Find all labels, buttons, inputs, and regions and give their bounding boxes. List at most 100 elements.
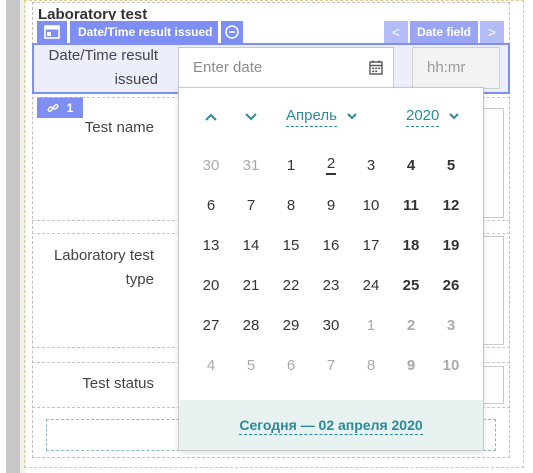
date-placeholder: Enter date — [193, 59, 263, 76]
day-number: 10 — [442, 356, 460, 374]
prev-field-button[interactable]: < — [384, 21, 408, 43]
calendar-day[interactable]: 6 — [191, 185, 231, 225]
calendar-day[interactable]: 12 — [431, 185, 471, 225]
time-input[interactable]: hh:mr — [412, 47, 500, 89]
calendar-day[interactable]: 16 — [311, 225, 351, 265]
chevron-down-icon[interactable] — [241, 108, 261, 126]
calendar-day[interactable]: 29 — [271, 305, 311, 345]
day-number: 25 — [402, 276, 420, 294]
calendar-day[interactable]: 9 — [311, 185, 351, 225]
calendar-day[interactable]: 8 — [351, 345, 391, 385]
day-number: 15 — [282, 236, 300, 254]
day-number: 13 — [202, 236, 220, 254]
calendar-day[interactable]: 20 — [191, 265, 231, 305]
day-number: 29 — [282, 316, 300, 334]
vertical-scrollbar[interactable] — [6, 0, 20, 473]
calendar-day[interactable]: 30 — [311, 305, 351, 345]
day-number: 7 — [326, 356, 336, 374]
day-number: 17 — [362, 236, 380, 254]
calendar-icon[interactable] — [369, 60, 383, 75]
calendar-grid: 30 31 1 2 3 4 5 6 7 8 9 10 11 12 13 14 15 16 17 18 19 20 21 22 2… — [191, 145, 471, 385]
calendar-day[interactable]: 25 — [391, 265, 431, 305]
date-picker: Апрель 2020 30 31 1 2 3 4 5 6 7 8 9 10 11 12 13 14 15 16 1… — [178, 87, 484, 451]
day-number: 8 — [286, 196, 296, 214]
calendar-day[interactable]: 26 — [431, 265, 471, 305]
calendar-day[interactable]: 11 — [391, 185, 431, 225]
day-number: 5 — [246, 356, 256, 374]
day-number: 20 — [202, 276, 220, 294]
calendar-day[interactable]: 3 — [351, 145, 391, 185]
day-number: 5 — [446, 156, 456, 174]
calendar-day-today[interactable]: 2 — [311, 145, 351, 185]
next-field-button[interactable]: > — [480, 21, 504, 43]
calendar-day[interactable]: 13 — [191, 225, 231, 265]
day-number: 4 — [406, 156, 416, 174]
day-number: 9 — [406, 356, 416, 374]
day-number: 30 — [202, 156, 220, 174]
day-number: 6 — [206, 196, 216, 214]
calendar-day[interactable]: 7 — [231, 185, 271, 225]
calendar-day[interactable]: 18 — [391, 225, 431, 265]
label-lab-test-type: Laboratory test type — [53, 247, 154, 288]
calendar-day[interactable]: 5 — [231, 345, 271, 385]
year-select[interactable]: 2020 — [406, 106, 460, 127]
calendar-day[interactable]: 15 — [271, 225, 311, 265]
day-number: 10 — [362, 196, 380, 214]
calendar-day[interactable]: 21 — [231, 265, 271, 305]
label-test-status: Test status — [82, 375, 154, 392]
day-number: 24 — [362, 276, 380, 294]
calendar-day[interactable]: 3 — [431, 305, 471, 345]
calendar-day[interactable]: 28 — [231, 305, 271, 345]
calendar-day[interactable]: 14 — [231, 225, 271, 265]
time-placeholder: hh:mr — [427, 59, 466, 76]
calendar-day[interactable]: 17 — [351, 225, 391, 265]
day-number: 18 — [402, 236, 420, 254]
calendar-day[interactable]: 9 — [391, 345, 431, 385]
day-number: 11 — [403, 196, 419, 214]
calendar-day[interactable]: 1 — [271, 145, 311, 185]
day-number: 22 — [282, 276, 300, 294]
day-number: 1 — [366, 316, 376, 334]
day-number: 6 — [286, 356, 296, 374]
day-number: 28 — [242, 316, 260, 334]
today-button[interactable]: Сегодня — 02 апреля 2020 — [179, 400, 483, 450]
month-label: Апрель — [286, 106, 337, 127]
day-number: 12 — [442, 196, 460, 214]
day-number: 7 — [246, 196, 256, 214]
calendar-day[interactable]: 10 — [351, 185, 391, 225]
calendar-day[interactable]: 31 — [231, 145, 271, 185]
field-type-icon[interactable] — [37, 21, 67, 43]
calendar-day[interactable]: 23 — [311, 265, 351, 305]
day-number: 31 — [242, 156, 260, 174]
calendar-day[interactable]: 10 — [431, 345, 471, 385]
field-label-date-time: Date/Time result issued — [48, 47, 158, 88]
calendar-day[interactable]: 4 — [391, 145, 431, 185]
calendar-day[interactable]: 24 — [351, 265, 391, 305]
calendar-day[interactable]: 27 — [191, 305, 231, 345]
day-number: 30 — [322, 316, 340, 334]
day-number: 3 — [366, 156, 376, 174]
more-options-icon[interactable] — [221, 21, 243, 43]
calendar-day[interactable]: 30 — [191, 145, 231, 185]
label-test-name: Test name — [84, 119, 154, 136]
toolbar-field-label: Date/Time result issued — [70, 21, 218, 43]
calendar-day[interactable]: 19 — [431, 225, 471, 265]
calendar-day[interactable]: 7 — [311, 345, 351, 385]
calendar-day[interactable]: 5 — [431, 145, 471, 185]
day-number: 8 — [366, 356, 376, 374]
day-number: 19 — [442, 236, 460, 254]
day-number: 2 — [406, 316, 416, 334]
day-number: 4 — [206, 356, 216, 374]
chevron-up-icon[interactable] — [201, 108, 221, 126]
calendar-day[interactable]: 6 — [271, 345, 311, 385]
calendar-day[interactable]: 1 — [351, 305, 391, 345]
calendar-day[interactable]: 2 — [391, 305, 431, 345]
date-input[interactable]: Enter date — [178, 47, 394, 89]
calendar-day[interactable]: 22 — [271, 265, 311, 305]
calendar-day[interactable]: 8 — [271, 185, 311, 225]
month-select[interactable]: Апрель — [286, 106, 357, 127]
day-number: 23 — [322, 276, 340, 294]
field-type-label: Date field — [410, 21, 478, 43]
day-number: 26 — [442, 276, 460, 294]
calendar-day[interactable]: 4 — [191, 345, 231, 385]
